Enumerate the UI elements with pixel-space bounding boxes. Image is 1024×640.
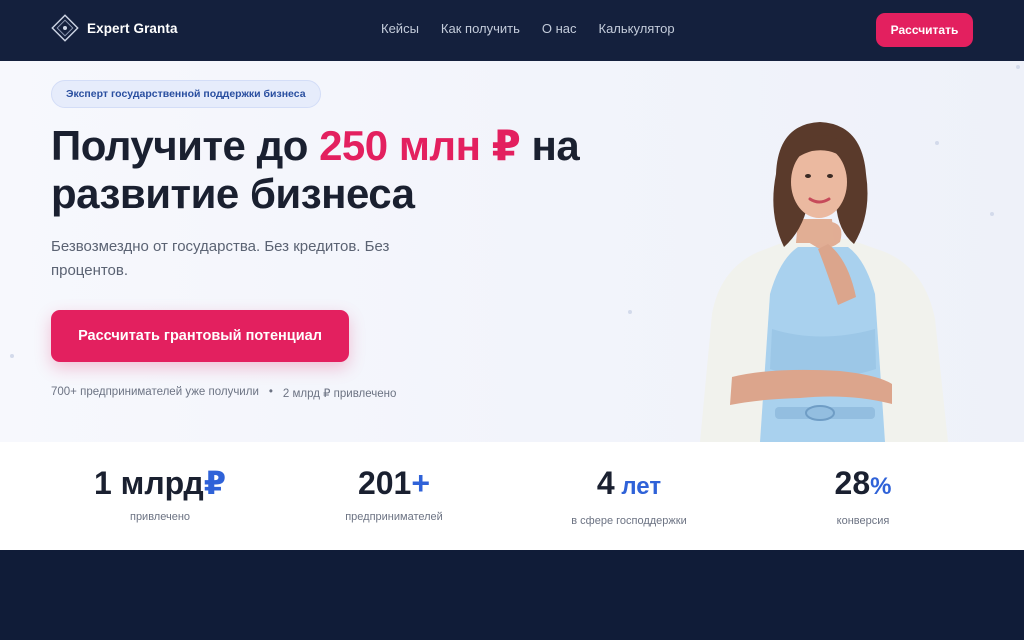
header-calculate-button[interactable]: Рассчитать xyxy=(876,13,973,47)
hero-subtitle: Безвозмездно от государства. Без кредито… xyxy=(51,238,390,279)
nav-link-about[interactable]: О нас xyxy=(542,21,577,36)
stat-label: предпринимателей xyxy=(345,511,443,523)
expert-portrait-image xyxy=(700,122,948,442)
stat-value: 28% xyxy=(743,464,983,506)
decorative-dot xyxy=(1016,65,1020,69)
headline-accent-amount: 250 млн ₽ xyxy=(319,122,521,169)
stat-suffix: лет xyxy=(614,473,662,500)
stat-value: 4 лет xyxy=(509,464,749,506)
stat-number: 201 xyxy=(357,465,412,501)
decorative-dot xyxy=(10,354,14,358)
hero-section: Эксперт государственной поддержки бизнес… xyxy=(0,61,1024,442)
social-proof: 700+ предпринимателей уже получили • 2 м… xyxy=(51,386,396,400)
headline-part1: Получите до xyxy=(51,122,320,169)
stat-suffix: % xyxy=(870,473,892,500)
nav-link-cases[interactable]: Кейсы xyxy=(381,21,419,36)
hero-headline: Получите до 250 млн ₽ на развитие бизнес… xyxy=(51,122,651,218)
calculate-grant-potential-button[interactable]: Рассчитать грантовый потенциал xyxy=(51,310,349,362)
proof-raised: 2 млрд ₽ привлечено xyxy=(282,388,397,400)
stat-number: 28 xyxy=(834,465,871,501)
stat-label: в сфере господдержки xyxy=(571,515,687,527)
stat-suffix: + xyxy=(411,465,431,501)
logo-diamond-icon xyxy=(51,14,79,42)
stat-label: привлечено xyxy=(129,511,191,523)
stat-years: 4 лет в сфере господдержки xyxy=(509,464,749,527)
stat-raised: 1 млрд₽ привлечено xyxy=(40,464,280,523)
logo[interactable]: Expert Granta xyxy=(51,14,178,42)
decorative-dot xyxy=(990,212,994,216)
proof-separator: • xyxy=(268,386,273,398)
main-nav: Кейсы Как получить О нас Калькулятор xyxy=(381,21,675,36)
stat-number: 4 xyxy=(596,465,615,501)
expert-badge: Эксперт государственной поддержки бизнес… xyxy=(51,80,321,108)
stat-conversion: 28% конверсия xyxy=(743,464,983,527)
stat-entrepreneurs: 201+ предпринимателей xyxy=(274,464,514,523)
stats-bar: 1 млрд₽ привлечено 201+ предпринимателей… xyxy=(0,442,1024,550)
site-header: Expert Granta Кейсы Как получить О нас К… xyxy=(0,0,1024,61)
stat-value: 1 млрд₽ xyxy=(40,464,280,502)
brand-name: Expert Granta xyxy=(87,20,178,36)
nav-link-how-to-get[interactable]: Как получить xyxy=(441,21,520,36)
stat-suffix: ₽ xyxy=(203,465,226,501)
stat-value: 201+ xyxy=(274,464,514,502)
stat-label: конверсия xyxy=(836,515,890,527)
next-section-band xyxy=(0,550,1024,640)
nav-link-calculator[interactable]: Калькулятор xyxy=(599,21,675,36)
decorative-dot xyxy=(628,310,632,314)
stat-number: 1 млрд xyxy=(93,465,204,501)
proof-entrepreneurs: 700+ предпринимателей уже получили xyxy=(51,386,259,398)
